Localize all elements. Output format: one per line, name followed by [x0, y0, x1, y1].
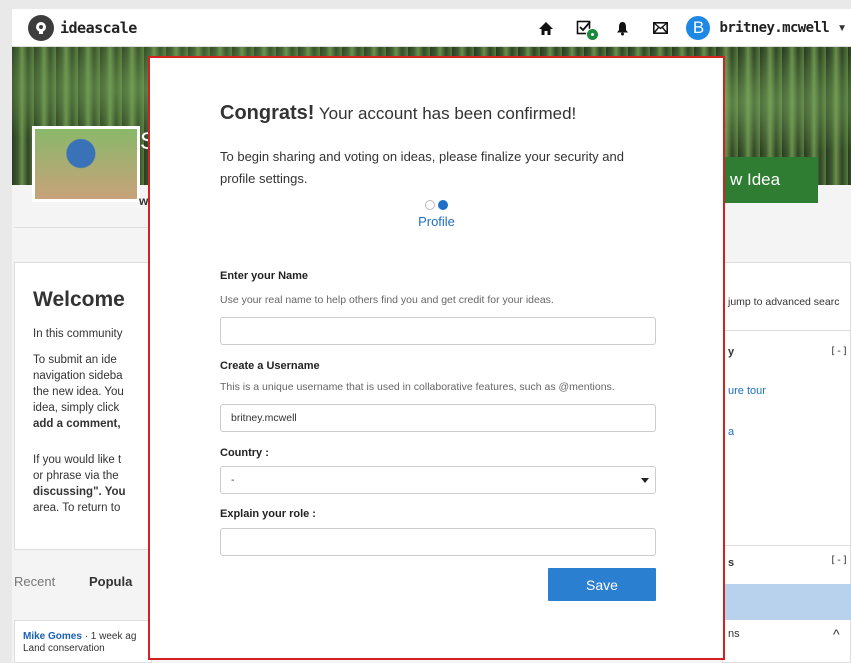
country-value: -: [231, 474, 235, 486]
tab-popular[interactable]: Popula: [89, 574, 132, 589]
step-dot[interactable]: [425, 200, 435, 210]
divider: [722, 545, 851, 546]
sidebar-section-title: ns: [728, 628, 740, 640]
lightbulb-logo-icon: [28, 14, 54, 41]
chevron-up-icon[interactable]: ^: [833, 626, 840, 642]
chevron-down-icon: [641, 478, 649, 483]
top-navigation-bar: ideascale B britney.mcwell ▼: [12, 9, 851, 47]
collapse-toggle[interactable]: [-]: [830, 346, 848, 357]
community-thumbnail: [32, 126, 140, 202]
home-icon[interactable]: [528, 9, 564, 47]
role-field[interactable]: [220, 528, 656, 556]
account-confirmed-modal: Congrats! Your account has been confirme…: [148, 56, 725, 660]
paragraph-line: idea, simply click: [33, 402, 120, 414]
idea-author[interactable]: Mike Gomes: [23, 631, 82, 642]
modal-title-bold: Congrats!: [220, 102, 315, 124]
advanced-search-label: jump to advanced searc: [728, 296, 840, 308]
paragraph-line: If you would like t: [33, 454, 122, 466]
sidebar-section-title: y: [728, 346, 735, 358]
step-dot-active[interactable]: [438, 200, 448, 210]
save-button[interactable]: Save: [548, 568, 656, 601]
paragraph-line: To submit an ide: [33, 354, 117, 366]
welcome-paragraph-2: To submit an ide navigation sideba the n…: [33, 352, 153, 432]
divider: [722, 330, 851, 331]
paragraph-line: add a comment,: [33, 418, 121, 430]
tasks-icon[interactable]: [566, 9, 602, 47]
collapse-toggle[interactable]: [-]: [830, 555, 848, 566]
country-select[interactable]: -: [220, 466, 656, 494]
paragraph-line: the new idea. You: [33, 386, 124, 398]
step-label: Profile: [418, 214, 455, 229]
chevron-down-icon: ▼: [837, 22, 847, 34]
paragraph-line: discussing". You: [33, 486, 126, 498]
mail-icon[interactable]: [642, 9, 678, 47]
paragraph-line: or phrase via the: [33, 470, 119, 482]
sidebar-link[interactable]: a: [728, 426, 734, 438]
welcome-paragraph-1: In this community: [33, 328, 123, 340]
username-field[interactable]: britney.mcwell: [220, 404, 656, 432]
list-item[interactable]: Mike Gomes · 1 week ag Land conservation: [14, 620, 152, 663]
modal-intro: To begin sharing and voting on ideas, pl…: [220, 149, 624, 186]
modal-title-rest: Your account has been confirmed!: [314, 104, 577, 123]
sidebar-highlight-row: [722, 584, 851, 620]
avatar: B: [686, 16, 711, 40]
bell-icon[interactable]: [604, 9, 640, 47]
modal-title: Congrats! Your account has been confirme…: [220, 102, 576, 125]
username-label: Create a Username: [220, 360, 320, 372]
paragraph-line: navigation sideba: [33, 370, 123, 382]
username-help: This is a unique username that is used i…: [220, 381, 615, 393]
step-indicator: Profile: [150, 200, 723, 229]
ideascale-logo[interactable]: ideascale: [28, 14, 137, 41]
tab-recent[interactable]: Recent: [14, 574, 55, 589]
app-name: ideascale: [60, 18, 137, 37]
submit-new-idea-button[interactable]: w Idea: [720, 157, 818, 203]
nav-strip-fragment: w: [139, 194, 149, 208]
country-label: Country :: [220, 447, 269, 459]
role-label: Explain your role :: [220, 508, 316, 520]
community-nav-strip: w: [14, 194, 152, 263]
sidebar-section-title: s: [728, 557, 735, 569]
name-help: Use your real name to help others find y…: [220, 294, 554, 306]
name-label: Enter your Name: [220, 270, 309, 282]
notification-badge: [586, 28, 600, 41]
advanced-search-link[interactable]: jump to advanced searc: [728, 296, 839, 308]
idea-meta: · 1 week ag: [81, 631, 137, 642]
user-menu[interactable]: B britney.mcwell ▼: [686, 16, 847, 40]
welcome-title: Welcome: [33, 288, 125, 311]
username-label: britney.mcwell: [719, 20, 830, 36]
paragraph-line: area. To return to: [33, 502, 121, 514]
idea-title: Land conservation: [23, 643, 105, 654]
welcome-paragraph-3: If you would like t or phrase via the di…: [33, 452, 153, 516]
name-field[interactable]: [220, 317, 656, 345]
feature-tour-link[interactable]: ure tour: [728, 385, 766, 397]
